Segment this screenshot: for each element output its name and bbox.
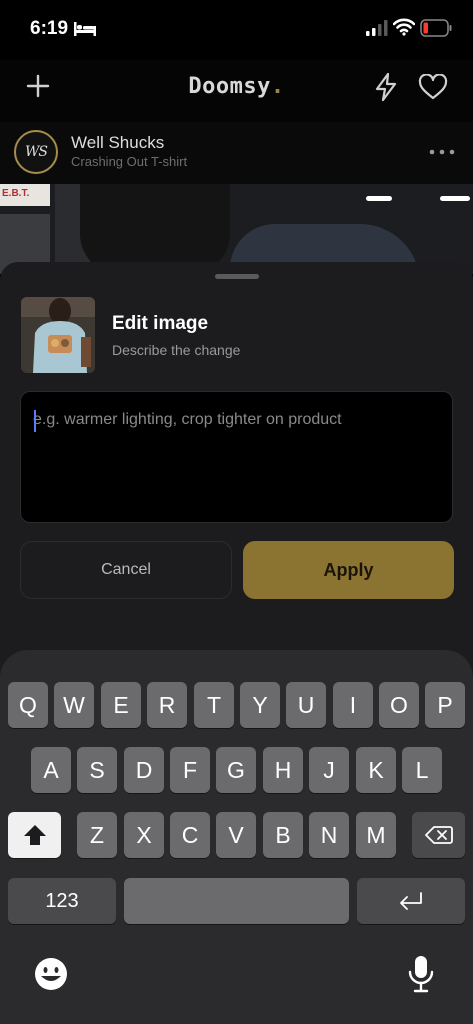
shift-icon [23,825,46,845]
photo-sign: E.B.T. [0,184,50,206]
wifi-icon [393,18,415,36]
key-t[interactable]: T [194,682,234,728]
key-f[interactable]: F [170,747,210,793]
signal-icon [366,20,388,36]
key-k[interactable]: K [356,747,396,793]
emoji-icon[interactable] [34,957,68,991]
key-z[interactable]: Z [77,812,117,858]
post-photo: E.B.T. [0,184,473,274]
key-e[interactable]: E [101,682,141,728]
key-q[interactable]: Q [8,682,48,728]
key-g[interactable]: G [216,747,256,793]
sheet-subtitle: Describe the change [112,342,241,358]
numbers-key[interactable]: 123 [8,878,116,924]
delete-key[interactable] [412,812,465,858]
keyboard: Q W E R T Y U I O P A S D F G H J K L Z … [0,650,473,1024]
sheet-grabber[interactable] [215,274,259,279]
heart-icon[interactable] [418,74,448,100]
app-header: Doomsy. [0,60,473,122]
key-b[interactable]: B [263,812,303,858]
bed-icon [74,22,96,36]
key-y[interactable]: Y [240,682,280,728]
return-key[interactable] [357,878,465,924]
key-j[interactable]: J [309,747,349,793]
key-a[interactable]: A [31,747,71,793]
status-bar: 6:19 [0,0,473,60]
post-header: WS Well Shucks Crashing Out T-shirt [0,122,473,184]
app-title: Doomsy. [188,74,285,99]
more-icon[interactable] [428,148,456,156]
text-caret [34,410,36,432]
battery-icon [420,19,452,37]
key-s[interactable]: S [77,747,117,793]
key-u[interactable]: U [286,682,326,728]
key-i[interactable]: I [333,682,373,728]
key-v[interactable]: V [216,812,256,858]
image-thumbnail [21,297,95,373]
key-d[interactable]: D [124,747,164,793]
shift-key[interactable] [8,812,61,858]
key-m[interactable]: M [356,812,396,858]
apply-button[interactable]: Apply [243,541,454,599]
key-p[interactable]: P [425,682,465,728]
avatar[interactable]: WS [14,130,58,174]
key-h[interactable]: H [263,747,303,793]
cancel-button[interactable]: Cancel [20,541,232,599]
space-key[interactable] [124,878,349,924]
key-x[interactable]: X [124,812,164,858]
sheet-title: Edit image [112,313,209,334]
post-username[interactable]: Well Shucks [71,133,164,153]
post-subtitle: Crashing Out T-shirt [71,154,188,169]
key-w[interactable]: W [54,682,94,728]
status-time: 6:19 [30,18,69,39]
bolt-icon[interactable] [372,72,400,102]
prompt-field[interactable] [20,391,453,523]
mic-icon[interactable] [408,955,434,993]
delete-icon [424,826,453,844]
key-n[interactable]: N [309,812,349,858]
return-icon [400,892,422,910]
key-o[interactable]: O [379,682,419,728]
key-r[interactable]: R [147,682,187,728]
prompt-input[interactable] [33,408,443,432]
key-l[interactable]: L [402,747,442,793]
key-c[interactable]: C [170,812,210,858]
